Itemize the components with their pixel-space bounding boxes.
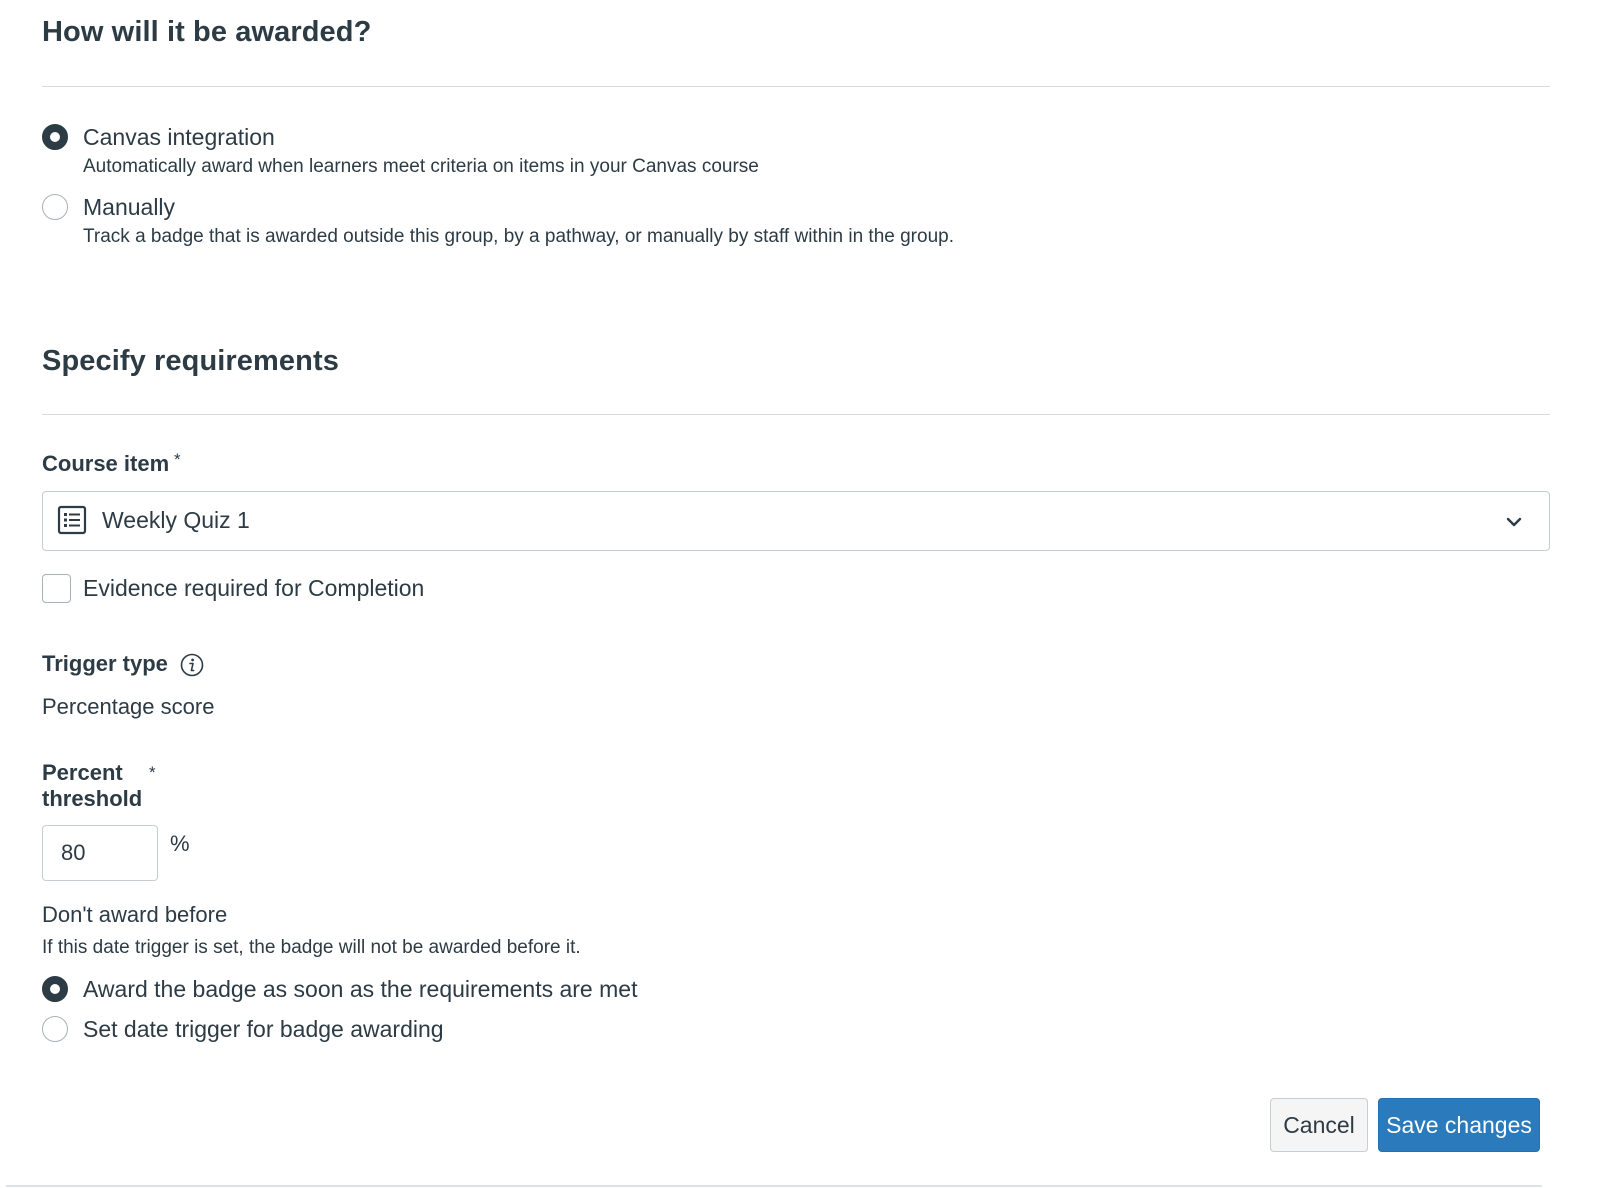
evidence-required-checkbox[interactable] xyxy=(42,574,71,603)
canvas-integration-label[interactable]: Canvas integration xyxy=(83,124,275,151)
set-date-trigger-label[interactable]: Set date trigger for badge awarding xyxy=(83,1016,444,1043)
chevron-down-icon[interactable] xyxy=(1505,513,1523,531)
dont-award-before-label: Don't award before xyxy=(42,902,228,927)
footer-divider xyxy=(6,1185,1542,1187)
manually-label[interactable]: Manually xyxy=(83,194,175,221)
award-immediately-label[interactable]: Award the badge as soon as the requireme… xyxy=(83,976,637,1003)
percent-threshold-input[interactable] xyxy=(42,825,158,881)
award-immediately-radio[interactable] xyxy=(42,976,68,1002)
course-item-label: Course item xyxy=(42,451,170,476)
percent-threshold-label-line1: Percent xyxy=(42,760,123,785)
cancel-button[interactable]: Cancel xyxy=(1270,1098,1368,1152)
quiz-list-icon xyxy=(57,505,87,535)
manually-description: Track a badge that is awarded outside th… xyxy=(83,226,954,247)
dont-award-before-description: If this date trigger is set, the badge w… xyxy=(42,937,581,958)
set-date-trigger-radio[interactable] xyxy=(42,1016,68,1042)
section-divider xyxy=(42,414,1550,415)
required-asterisk: * xyxy=(174,450,181,469)
save-changes-button[interactable]: Save changes xyxy=(1378,1098,1540,1152)
manually-radio[interactable] xyxy=(42,194,68,220)
percent-unit: % xyxy=(170,831,190,856)
section-divider xyxy=(42,86,1550,87)
trigger-type-value: Percentage score xyxy=(42,694,215,719)
canvas-integration-description: Automatically award when learners meet c… xyxy=(83,156,759,177)
info-icon[interactable] xyxy=(180,653,204,677)
course-item-select[interactable]: Weekly Quiz 1 xyxy=(42,491,1550,551)
percent-threshold-label-line2: threshold xyxy=(42,786,143,811)
requirements-heading: Specify requirements xyxy=(42,345,339,377)
award-method-heading: How will it be awarded? xyxy=(42,16,372,48)
canvas-integration-radio[interactable] xyxy=(42,124,68,150)
evidence-required-label[interactable]: Evidence required for Completion xyxy=(83,575,424,602)
course-item-value: Weekly Quiz 1 xyxy=(102,507,250,533)
trigger-type-label: Trigger type xyxy=(42,651,168,676)
required-asterisk: * xyxy=(149,763,156,782)
